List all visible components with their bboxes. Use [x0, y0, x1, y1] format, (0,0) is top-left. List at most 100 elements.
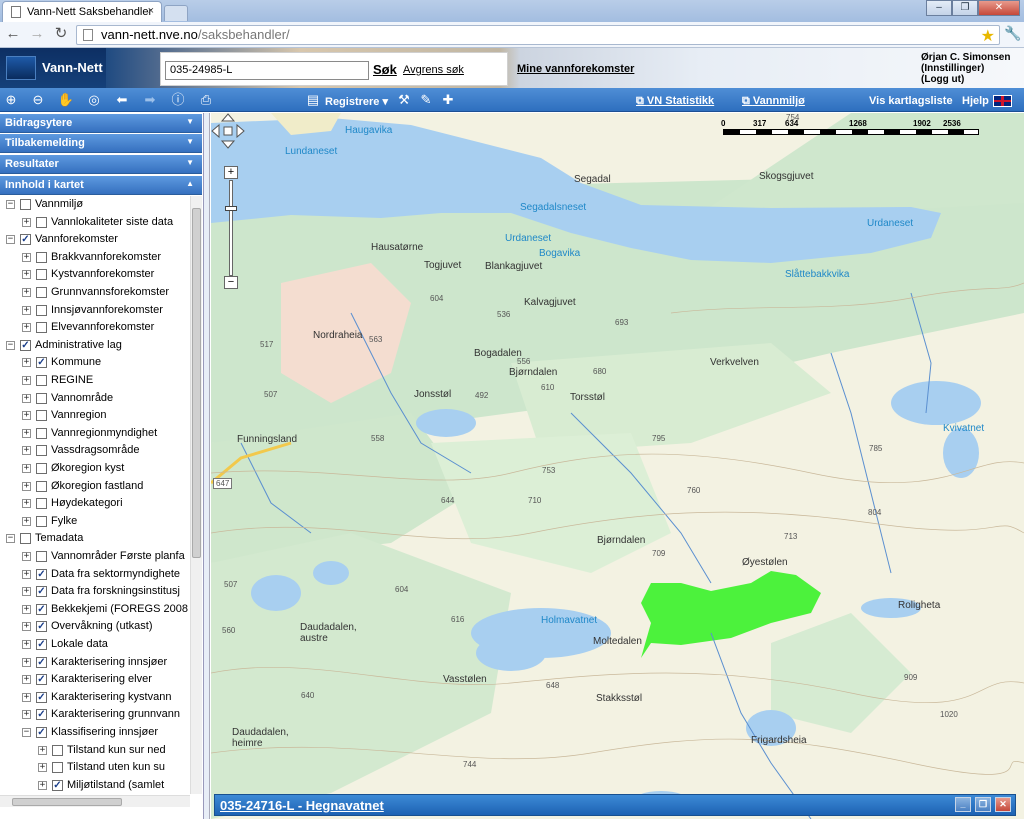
collapse-icon[interactable]: −: [6, 235, 15, 245]
layer-checkbox[interactable]: ✓: [36, 603, 47, 615]
tree-vertical-scrollbar[interactable]: [190, 196, 202, 794]
layer-checkbox[interactable]: [52, 762, 63, 774]
tree-item[interactable]: + ✓ Karakterisering innsjøer: [22, 654, 167, 671]
expand-icon[interactable]: +: [22, 305, 31, 315]
restore-panel-icon[interactable]: ❐: [975, 797, 991, 812]
tree-horizontal-scrollbar[interactable]: [0, 795, 190, 807]
tree-item[interactable]: + Tilstand uten kun su: [38, 759, 165, 776]
expand-icon[interactable]: +: [22, 657, 31, 667]
zoom-slider[interactable]: + −: [224, 166, 238, 290]
layer-checkbox[interactable]: ✓: [36, 691, 47, 703]
expand-icon[interactable]: +: [22, 552, 31, 561]
tab-close-icon[interactable]: ×: [148, 5, 154, 17]
layer-checkbox[interactable]: [36, 445, 47, 457]
expand-icon[interactable]: +: [22, 499, 31, 509]
feature-info-panel[interactable]: 035-24716-L - Hegnavatnet _ ❐ ✕: [214, 794, 1016, 816]
settings-link[interactable]: (Innstillinger): [921, 63, 1010, 74]
zoom-in-button[interactable]: +: [224, 166, 238, 179]
pan-hand-icon[interactable]: ✋: [57, 91, 75, 109]
register-menu[interactable]: Registrere ▾: [325, 95, 388, 108]
expand-icon[interactable]: +: [38, 780, 47, 790]
tree-item[interactable]: − Vannmiljø: [6, 196, 83, 213]
close-window-button[interactable]: ✕: [978, 0, 1020, 16]
tree-item[interactable]: + Kystvannforekomster: [22, 266, 154, 283]
sidebar-splitter[interactable]: [204, 113, 210, 819]
layer-checkbox[interactable]: [36, 463, 47, 474]
layer-checkbox[interactable]: ✓: [36, 674, 47, 686]
vannmiljo-link[interactable]: ⧉ Vannmiljø: [742, 95, 805, 108]
expand-icon[interactable]: +: [22, 270, 31, 280]
expand-icon[interactable]: +: [22, 376, 31, 385]
tree-item[interactable]: + Elvevannforekomster: [22, 319, 154, 336]
tree-item[interactable]: − ✓ Administrative lag: [6, 337, 122, 354]
layer-checkbox[interactable]: [36, 304, 47, 316]
tree-item[interactable]: + ✓ Lokale data: [22, 636, 108, 653]
tree-item[interactable]: + ✓ Karakterisering elver: [22, 671, 152, 688]
bookmark-star-icon[interactable]: ★: [981, 26, 995, 46]
expand-icon[interactable]: +: [22, 640, 31, 649]
logout-link[interactable]: (Logg ut): [921, 74, 1010, 85]
layer-checkbox[interactable]: ✓: [20, 234, 31, 246]
reload-icon[interactable]: ↻: [52, 25, 70, 43]
collapse-icon[interactable]: −: [22, 728, 31, 737]
previous-extent-icon[interactable]: ⬅: [113, 91, 131, 109]
scrollbar-thumb[interactable]: [192, 208, 201, 558]
minimize-button[interactable]: –: [926, 0, 952, 16]
new-tab-button[interactable]: [164, 5, 188, 21]
tree-item[interactable]: + ✓ Bekkekjemi (FOREGS 2008: [22, 601, 188, 618]
layer-checkbox[interactable]: ✓: [36, 727, 47, 738]
expand-icon[interactable]: +: [22, 217, 31, 227]
layer-checkbox[interactable]: [20, 199, 31, 210]
layer-checkbox[interactable]: [36, 287, 47, 298]
layer-checkbox[interactable]: [20, 533, 31, 545]
tree-item[interactable]: + ✓ Karakterisering grunnvann: [22, 706, 180, 723]
search-input[interactable]: 035-24985-L: [165, 61, 369, 80]
tree-item[interactable]: + Vannregionmyndighet: [22, 425, 157, 442]
layer-checkbox[interactable]: [36, 322, 47, 334]
tree-item[interactable]: + ✓ Overvåkning (utkast): [22, 618, 152, 635]
layer-list-link[interactable]: Vis kartlagsliste: [869, 95, 953, 107]
tree-item[interactable]: + Økoregion fastland: [22, 478, 143, 495]
expand-icon[interactable]: +: [22, 710, 31, 720]
expand-icon[interactable]: +: [22, 428, 31, 438]
collapse-icon[interactable]: −: [6, 200, 15, 209]
expand-icon[interactable]: +: [22, 288, 31, 297]
tree-item[interactable]: − ✓ Klassifisering innsjøer: [22, 724, 158, 741]
close-panel-icon[interactable]: ✕: [995, 797, 1011, 812]
layer-checkbox[interactable]: ✓: [52, 779, 63, 791]
tree-item[interactable]: − ✓ Vannforekomster: [6, 231, 118, 248]
tree-item[interactable]: + Økoregion kyst: [22, 460, 124, 477]
tree-item[interactable]: + Vannlokaliteter siste data: [22, 214, 173, 231]
expand-icon[interactable]: +: [22, 516, 31, 526]
tree-item[interactable]: + Grunnvannsforekomster: [22, 284, 169, 301]
app-logo[interactable]: Vann-Nett: [0, 48, 106, 88]
layer-checkbox[interactable]: [36, 216, 47, 228]
layer-checkbox[interactable]: [36, 480, 47, 492]
expand-icon[interactable]: +: [22, 446, 31, 456]
pan-control-icon[interactable]: [211, 113, 245, 149]
tree-item[interactable]: + REGINE: [22, 372, 93, 389]
vn-statistics-link[interactable]: ⧉ VN Statistikk: [636, 95, 714, 108]
layer-checkbox[interactable]: [36, 551, 47, 562]
tree-item[interactable]: − Temadata: [6, 530, 83, 547]
refine-search-link[interactable]: Avgrens søk: [403, 64, 464, 76]
layer-checkbox[interactable]: ✓: [36, 656, 47, 668]
layer-checkbox[interactable]: [36, 515, 47, 527]
tree-item[interactable]: + Innsjøvannforekomster: [22, 302, 163, 319]
zoom-handle[interactable]: [225, 206, 237, 211]
layer-checkbox[interactable]: ✓: [36, 586, 47, 598]
minimize-panel-icon[interactable]: _: [955, 797, 971, 812]
measure-icon[interactable]: ⚒: [395, 91, 413, 109]
zoom-track[interactable]: [229, 180, 233, 276]
next-extent-icon[interactable]: ➡: [141, 91, 159, 109]
help-link[interactable]: Hjelp: [962, 95, 989, 107]
layer-checkbox[interactable]: [36, 392, 47, 404]
search-button[interactable]: Søk: [373, 62, 397, 77]
panel-innhold-i-kartet[interactable]: Innhold i kartet ▲: [0, 176, 202, 195]
info-icon[interactable]: ⓘ: [169, 91, 187, 109]
expand-icon[interactable]: +: [22, 252, 31, 262]
panel-resultater[interactable]: Resultater ▼: [0, 155, 202, 174]
collapse-icon[interactable]: −: [6, 340, 15, 350]
url-field[interactable]: vann-nett.nve.no/saksbehandler/ ★: [76, 25, 1000, 45]
tree-item[interactable]: + Vassdragsområde: [22, 442, 139, 459]
